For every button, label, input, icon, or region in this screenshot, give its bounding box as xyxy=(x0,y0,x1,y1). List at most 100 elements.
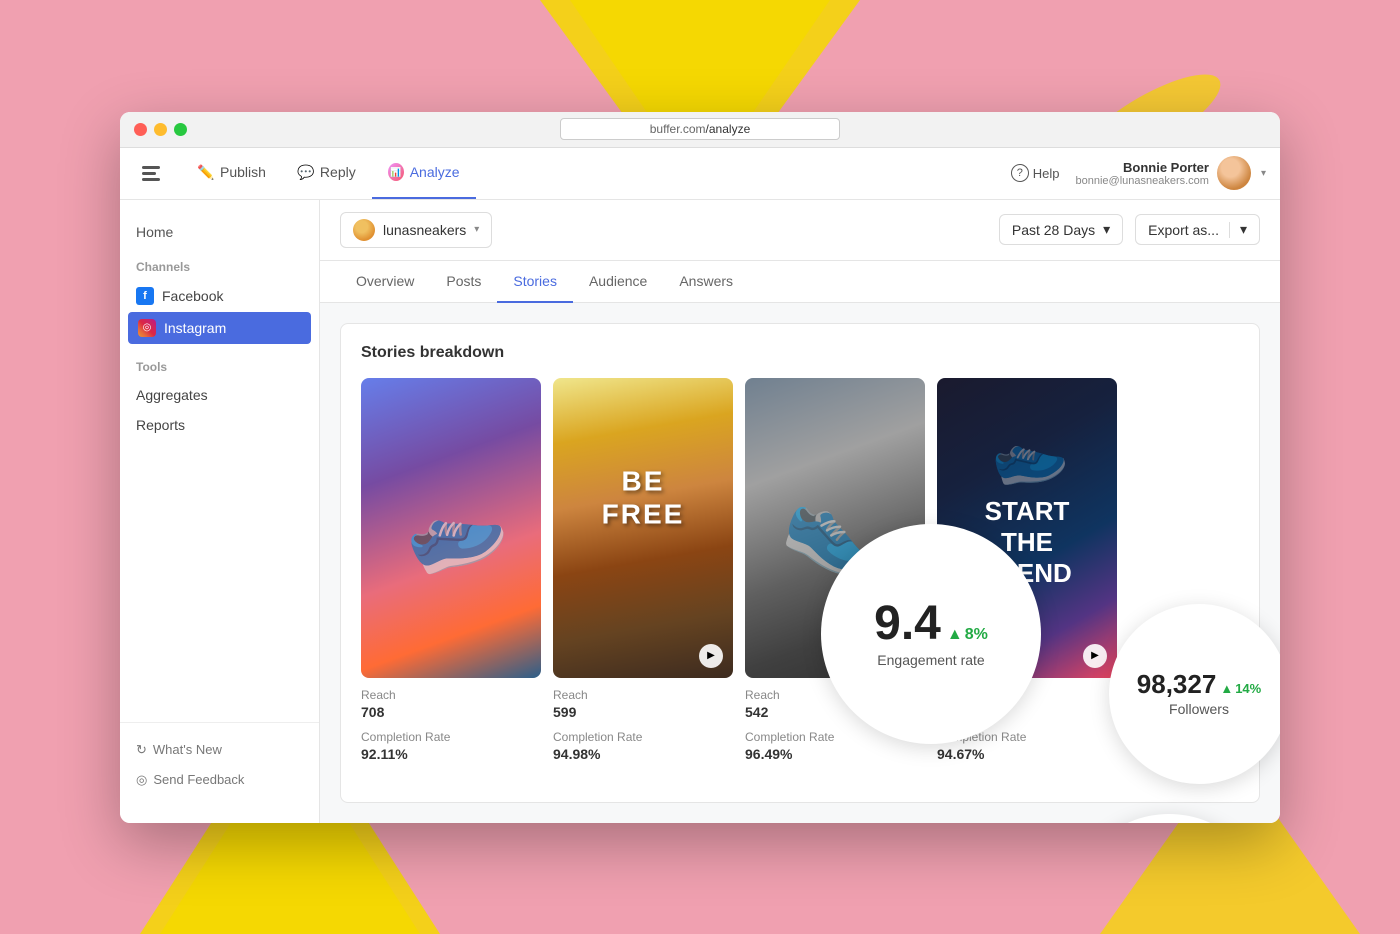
user-email: bonnie@lunasneakers.com xyxy=(1076,175,1209,187)
sidebar-item-facebook[interactable]: f Facebook xyxy=(120,280,319,312)
nav-tab-reply[interactable]: 💬 Reply xyxy=(282,147,372,199)
nav-tab-analyze-label: Analyze xyxy=(410,164,460,180)
close-button[interactable] xyxy=(134,123,147,136)
engagement-row: 9.4 ▲ 8% xyxy=(874,600,988,648)
url-domain: buffer.com xyxy=(650,122,706,136)
nav-tab-analyze[interactable]: 📊 Analyze xyxy=(372,147,476,199)
story-reach-value-2: 599 xyxy=(553,704,733,720)
sidebar-item-whats-new[interactable]: ↻ What's New xyxy=(120,735,319,765)
story-stats-1: Reach 708 Completion Rate 92.11% xyxy=(361,678,541,782)
nav-tab-reply-label: Reply xyxy=(320,164,356,180)
story-completion-group-2: Completion Rate 94.98% xyxy=(553,730,733,762)
story-completion-value-3: 96.49% xyxy=(745,746,925,762)
story-video-badge-4: ▶ xyxy=(1083,644,1107,668)
sub-tab-audience[interactable]: Audience xyxy=(573,261,663,303)
engagement-label: Engagement rate xyxy=(877,652,984,668)
header-right: ? Help Bonnie Porter bonnie@lunasneakers… xyxy=(1011,156,1266,190)
app-window: buffer.com /analyze ✏️ Publish 💬 Reply 📊… xyxy=(120,112,1280,823)
window-controls xyxy=(134,123,187,136)
logo xyxy=(134,161,174,185)
sidebar-instagram-label: Instagram xyxy=(164,320,226,336)
story-stats-2: Reach 599 Completion Rate 94.98% xyxy=(553,678,733,782)
help-icon: ? xyxy=(1011,164,1029,182)
story-completion-label-1: Completion Rate xyxy=(361,730,541,744)
account-dropdown-arrow-icon: ▾ xyxy=(474,224,479,235)
engagement-bubble: 9.4 ▲ 8% Engagement rate xyxy=(821,524,1041,744)
story-card-2: ▶ Reach 599 Completion Rate 94.98% xyxy=(553,378,733,782)
logo-icon xyxy=(142,161,166,185)
sub-tab-overview[interactable]: Overview xyxy=(340,261,430,303)
account-name: lunasneakers xyxy=(383,222,466,238)
sub-tab-answers[interactable]: Answers xyxy=(663,261,749,303)
sidebar-item-reports[interactable]: Reports xyxy=(120,410,319,440)
help-button[interactable]: ? Help xyxy=(1011,164,1060,182)
engagement-trend-value: 8% xyxy=(965,626,988,644)
sidebar-item-instagram[interactable]: ◎ Instagram xyxy=(128,312,311,344)
followers-trend-value: 14% xyxy=(1235,681,1261,696)
analyze-icon: 📊 xyxy=(388,164,404,180)
refresh-icon: ↻ xyxy=(136,742,147,758)
story-completion-group-1: Completion Rate 92.11% xyxy=(361,730,541,762)
publish-icon: ✏️ xyxy=(198,164,214,180)
sidebar-item-send-feedback[interactable]: ◎ Send Feedback xyxy=(120,765,319,795)
main-content: Stories breakdown Reach 708 xyxy=(320,303,1280,823)
followers-trend: ▲ 14% xyxy=(1220,681,1261,696)
engagement-trend-arrow-icon: ▲ xyxy=(947,626,963,644)
account-avatar xyxy=(353,219,375,241)
minimize-button[interactable] xyxy=(154,123,167,136)
sub-tabs: Overview Posts Stories Audience Answers xyxy=(320,261,1280,303)
maximize-button[interactable] xyxy=(174,123,187,136)
date-range-selector[interactable]: Past 28 Days ▾ xyxy=(999,214,1123,245)
followers-trend-arrow-icon: ▲ xyxy=(1220,681,1233,696)
stories-section-title: Stories breakdown xyxy=(361,344,1239,362)
sub-tab-stories[interactable]: Stories xyxy=(497,261,573,303)
content-header: lunasneakers ▾ Past 28 Days ▾ Export as.… xyxy=(320,200,1280,261)
sidebar: Home Channels f Facebook ◎ Instagram Too… xyxy=(120,200,320,823)
story-completion-label-2: Completion Rate xyxy=(553,730,733,744)
nav-tab-publish-label: Publish xyxy=(220,164,266,180)
sub-tab-overview-label: Overview xyxy=(356,273,414,289)
story-card-1: Reach 708 Completion Rate 92.11% xyxy=(361,378,541,782)
story-reach-label-1: Reach xyxy=(361,688,541,702)
sidebar-tools-label: Tools xyxy=(120,344,319,380)
followers-bubble: 98,327 ▲ 14% Followers xyxy=(1109,604,1280,784)
instagram-icon: ◎ xyxy=(138,319,156,337)
story-video-badge-2: ▶ xyxy=(699,644,723,668)
sidebar-reports-label: Reports xyxy=(136,417,185,433)
account-selector[interactable]: lunasneakers ▾ xyxy=(340,212,492,248)
user-info: Bonnie Porter bonnie@lunasneakers.com ▾ xyxy=(1076,156,1267,190)
sub-tab-stories-label: Stories xyxy=(513,273,557,289)
content-area: lunasneakers ▾ Past 28 Days ▾ Export as.… xyxy=(320,200,1280,823)
sidebar-bottom: ↻ What's New ◎ Send Feedback xyxy=(120,722,319,807)
button-divider xyxy=(1229,222,1230,238)
avatar xyxy=(1217,156,1251,190)
export-label: Export as... xyxy=(1148,222,1219,238)
sub-tab-posts[interactable]: Posts xyxy=(430,261,497,303)
user-name: Bonnie Porter xyxy=(1076,160,1209,175)
url-bar: buffer.com /analyze xyxy=(560,118,840,140)
feedback-icon: ◎ xyxy=(136,772,147,788)
followers-value: 98,327 xyxy=(1137,671,1217,697)
followers-row: 98,327 ▲ 14% xyxy=(1137,671,1261,697)
sidebar-aggregates-label: Aggregates xyxy=(136,387,208,403)
date-range-label: Past 28 Days xyxy=(1012,222,1095,238)
title-bar: buffer.com /analyze xyxy=(120,112,1280,148)
story-image-2: ▶ xyxy=(553,378,733,678)
sub-tab-answers-label: Answers xyxy=(679,273,733,289)
stories-grid: Reach 708 Completion Rate 92.11% xyxy=(361,378,1239,782)
story-completion-value-4: 94.67% xyxy=(937,746,1117,762)
main-layout: Home Channels f Facebook ◎ Instagram Too… xyxy=(120,200,1280,823)
story-completion-value-1: 92.11% xyxy=(361,746,541,762)
story-reach-label-2: Reach xyxy=(553,688,733,702)
engagement-trend: ▲ 8% xyxy=(947,626,988,644)
sidebar-item-aggregates[interactable]: Aggregates xyxy=(120,380,319,410)
story-completion-value-2: 94.98% xyxy=(553,746,733,762)
url-path: /analyze xyxy=(706,122,751,136)
export-button[interactable]: Export as... ▾ xyxy=(1135,214,1260,245)
sidebar-item-home[interactable]: Home xyxy=(120,216,319,248)
sidebar-facebook-label: Facebook xyxy=(162,288,223,304)
stories-section: Stories breakdown Reach 708 xyxy=(340,323,1260,803)
nav-tab-publish[interactable]: ✏️ Publish xyxy=(182,147,282,199)
story-image-1 xyxy=(361,378,541,678)
reply-icon: 💬 xyxy=(298,164,314,180)
